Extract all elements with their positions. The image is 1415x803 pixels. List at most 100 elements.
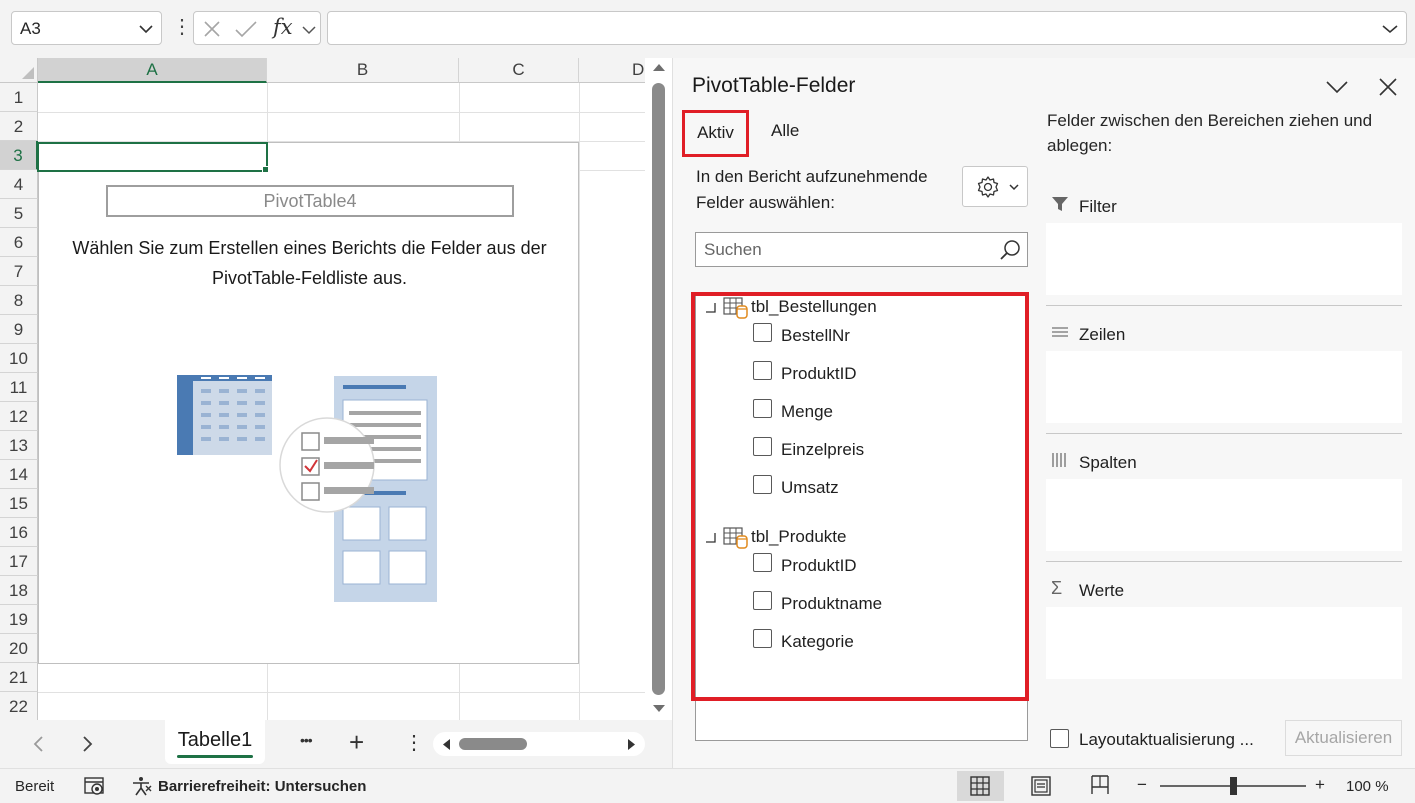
area-divider xyxy=(1046,305,1402,306)
row-header-21[interactable]: 21 xyxy=(0,663,38,692)
areas-hint: Felder zwischen den Bereichen ziehen und… xyxy=(1047,108,1387,158)
insert-function-icon[interactable]: fx xyxy=(273,15,293,39)
gridline xyxy=(579,83,580,720)
zoom-out-button[interactable]: − xyxy=(1137,775,1147,795)
row-header-22[interactable]: 22 xyxy=(0,692,38,720)
defer-layout-checkbox[interactable] xyxy=(1050,729,1069,748)
chevron-down-icon[interactable] xyxy=(302,25,316,35)
fill-handle[interactable] xyxy=(262,166,269,173)
field-search-box[interactable] xyxy=(695,232,1028,267)
zoom-in-button[interactable]: + xyxy=(1315,775,1325,795)
normal-view-button[interactable] xyxy=(957,771,1004,801)
row-header-1[interactable]: 1 xyxy=(0,83,38,112)
pivot-instruction-line-2: PivotTable-Feldliste aus. xyxy=(211,268,408,288)
row-header-11[interactable]: 11 xyxy=(0,373,38,402)
sigma-icon: Σ xyxy=(1051,578,1063,598)
zoom-level[interactable]: 100 % xyxy=(1346,778,1389,795)
filter-icon xyxy=(1052,197,1068,211)
tab-aktiv-label: Aktiv xyxy=(697,123,734,142)
expand-formula-bar-icon[interactable] xyxy=(1382,24,1398,34)
row-header-14[interactable]: 14 xyxy=(0,460,38,489)
sheet-tab-label: Tabelle1 xyxy=(177,729,253,751)
scroll-down-icon[interactable] xyxy=(652,704,666,714)
scroll-left-icon[interactable] xyxy=(441,738,451,751)
more-sheets-button[interactable]: ••• xyxy=(300,732,313,748)
choose-fields-label: In den Bericht aufzunehmende Felder ausw… xyxy=(696,164,956,216)
row-header-4[interactable]: 4 xyxy=(0,170,38,199)
pivot-instruction-line-1: Wählen Sie zum Erstellen eines Berichts … xyxy=(72,238,547,258)
row-header-2[interactable]: 2 xyxy=(0,112,38,141)
select-all-corner[interactable] xyxy=(0,58,38,83)
formula-tools: fx xyxy=(193,11,321,45)
area-values-label: Werte xyxy=(1079,581,1125,600)
area-values-dropzone[interactable] xyxy=(1046,607,1402,679)
active-tab-indicator xyxy=(177,755,253,758)
row-header-12[interactable]: 12 xyxy=(0,402,38,431)
page-break-view-icon[interactable] xyxy=(1090,775,1110,795)
sheet-options-button[interactable]: ⋮ xyxy=(404,730,424,755)
search-input[interactable] xyxy=(704,239,994,261)
name-box[interactable]: A3 xyxy=(11,11,162,45)
row-header-15[interactable]: 15 xyxy=(0,489,38,518)
macro-recorder-icon[interactable] xyxy=(84,776,106,796)
formula-input[interactable] xyxy=(327,11,1407,45)
row-header-7[interactable]: 7 xyxy=(0,257,38,286)
row-header-16[interactable]: 16 xyxy=(0,518,38,547)
update-button[interactable]: Aktualisieren xyxy=(1285,720,1402,756)
row-header-9[interactable]: 9 xyxy=(0,315,38,344)
pane-options-chevron-icon[interactable] xyxy=(1326,80,1348,94)
accessibility-check-button[interactable]: Barrierefreiheit: Untersuchen xyxy=(158,778,366,795)
row-header-5[interactable]: 5 xyxy=(0,199,38,228)
scroll-up-icon[interactable] xyxy=(652,62,666,72)
cancel-icon[interactable] xyxy=(202,19,222,39)
column-header-b[interactable]: B xyxy=(267,58,459,83)
horizontal-scroll-thumb[interactable] xyxy=(459,738,527,750)
area-rows-dropzone[interactable] xyxy=(1046,351,1402,423)
tab-alle[interactable]: Alle xyxy=(771,121,799,141)
chevron-right-icon[interactable] xyxy=(82,735,94,753)
selected-cell-a3[interactable] xyxy=(37,142,268,172)
scroll-right-icon[interactable] xyxy=(627,738,637,751)
accessibility-icon[interactable] xyxy=(131,776,153,796)
worksheet-grid[interactable]: A B C D 1 2 3 4 5 6 7 8 9 10 11 12 13 14… xyxy=(0,58,645,720)
pivot-table-placeholder[interactable]: PivotTable4 Wählen Sie zum Erstellen ein… xyxy=(38,142,579,664)
column-header-c[interactable]: C xyxy=(459,58,579,83)
row-header-19[interactable]: 19 xyxy=(0,605,38,634)
more-vertical-icon[interactable]: ⋮ xyxy=(172,15,192,39)
column-header-a[interactable]: A xyxy=(38,58,267,83)
area-divider xyxy=(1046,433,1402,434)
close-icon[interactable] xyxy=(1379,78,1397,96)
formula-bar: A3 ⋮ fx xyxy=(0,0,1415,58)
column-header-d[interactable]: D xyxy=(579,58,645,83)
row-header-13[interactable]: 13 xyxy=(0,431,38,460)
search-icon[interactable] xyxy=(999,239,1021,261)
defer-layout-label[interactable]: Layoutaktualisierung ... xyxy=(1079,730,1254,750)
field-list-highlight xyxy=(691,292,1029,701)
row-header-17[interactable]: 17 xyxy=(0,547,38,576)
row-header-8[interactable]: 8 xyxy=(0,286,38,315)
area-divider xyxy=(1046,561,1402,562)
zoom-slider-thumb[interactable] xyxy=(1230,777,1237,795)
area-filter-dropzone[interactable] xyxy=(1046,223,1402,295)
field-list-settings-button[interactable] xyxy=(962,166,1028,207)
area-columns-dropzone[interactable] xyxy=(1046,479,1402,551)
row-header-10[interactable]: 10 xyxy=(0,344,38,373)
enter-check-icon[interactable] xyxy=(234,19,258,39)
row-header-3[interactable]: 3 xyxy=(0,141,38,170)
chevron-down-icon[interactable] xyxy=(139,24,153,34)
pane-title: PivotTable-Felder xyxy=(692,74,856,97)
vertical-scroll-thumb[interactable] xyxy=(652,83,665,695)
row-header-20[interactable]: 20 xyxy=(0,634,38,663)
row-header-6[interactable]: 6 xyxy=(0,228,38,257)
area-filter-label: Filter xyxy=(1079,197,1117,216)
pivot-instruction: Wählen Sie zum Erstellen eines Berichts … xyxy=(39,233,580,293)
row-header-18[interactable]: 18 xyxy=(0,576,38,605)
grid-view-icon xyxy=(970,776,990,796)
chevron-left-icon[interactable] xyxy=(32,735,44,753)
corner-triangle-icon xyxy=(22,67,34,79)
page-layout-view-icon[interactable] xyxy=(1031,776,1051,796)
tab-aktiv[interactable]: Aktiv xyxy=(682,110,749,157)
add-sheet-button[interactable]: + xyxy=(349,727,364,758)
gridline xyxy=(38,112,645,113)
sheet-tab-tabelle1[interactable]: Tabelle1 xyxy=(165,720,265,764)
